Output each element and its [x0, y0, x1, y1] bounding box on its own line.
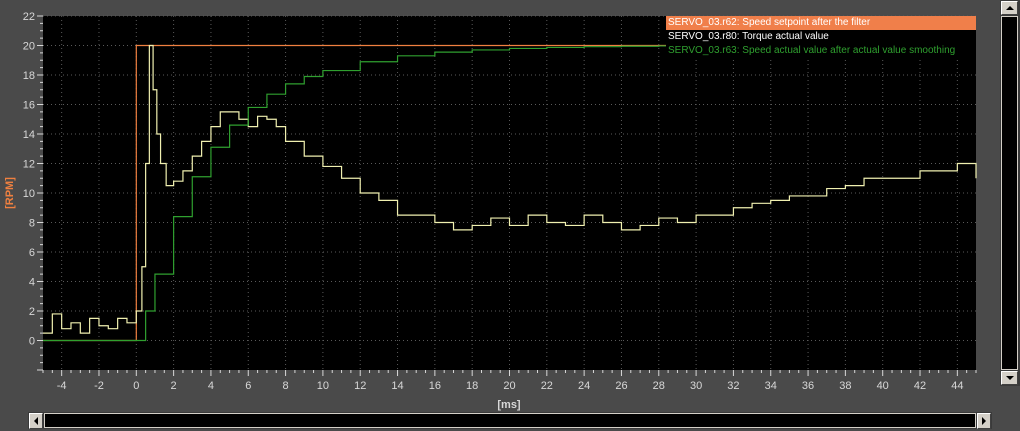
y-tick-label: 6 [29, 247, 35, 259]
scroll-down-button[interactable] [1001, 371, 1018, 385]
x-tick-label: 42 [914, 380, 926, 392]
y-tick-label: 8 [29, 218, 35, 230]
legend-label: SERVO_03.r80: Torque actual value [668, 31, 829, 42]
x-tick-label: 38 [839, 380, 851, 392]
triangle-left-icon [34, 417, 38, 425]
legend-item-setpoint[interactable]: SERVO_03.r62: Speed setpoint after the f… [666, 16, 976, 30]
legend-label: SERVO_03.r63: Speed actual value after a… [668, 45, 956, 56]
scroll-right-button[interactable] [977, 413, 991, 429]
x-tick-label: 6 [245, 380, 251, 392]
scroll-up-button[interactable] [1001, 1, 1018, 15]
x-tick-label: 28 [653, 380, 665, 392]
x-tick-label: 24 [578, 380, 590, 392]
vertical-scroll-thumb[interactable] [1001, 16, 1018, 370]
horizontal-scrollbar[interactable] [28, 412, 992, 429]
x-tick-label: 2 [171, 380, 177, 392]
x-tick-label: 18 [466, 380, 478, 392]
y-tick-label: 10 [23, 188, 35, 200]
x-tick-label: 0 [133, 380, 139, 392]
x-tick-label: 30 [690, 380, 702, 392]
x-tick-label: 16 [429, 380, 441, 392]
y-tick-label: 20 [23, 41, 35, 53]
vertical-scrollbar[interactable] [1000, 0, 1020, 386]
x-tick-label: 12 [354, 380, 366, 392]
legend-item-speed[interactable]: SERVO_03.r63: Speed actual value after a… [666, 44, 976, 58]
y-tick-label: 16 [23, 100, 35, 112]
y-axis-label: [RPM] [4, 177, 16, 209]
triangle-up-icon [1005, 6, 1014, 10]
chart: 0246810121416182022-4 -2 0 2 4 6 8 10 12 14 16 18 20… [4, 11, 977, 411]
x-tick-label: 14 [391, 380, 403, 392]
triangle-down-icon [1005, 376, 1014, 380]
x-tick-label: 22 [541, 380, 553, 392]
scroll-left-button[interactable] [29, 413, 43, 429]
x-tick-label: 4 [208, 380, 214, 392]
horizontal-scroll-thumb[interactable] [44, 413, 976, 428]
legend-item-torque[interactable]: SERVO_03.r80: Torque actual value [666, 30, 976, 44]
legend: SERVO_03.r62: Speed setpoint after the f… [666, 16, 976, 58]
x-tick-label: 34 [765, 380, 777, 392]
x-axis-label: [ms] [497, 399, 521, 411]
x-tick-label: 26 [615, 380, 627, 392]
y-tick-label: 12 [23, 159, 35, 171]
y-tick-label: 14 [23, 129, 35, 141]
x-tick-label: 44 [951, 380, 963, 392]
x-tick-label: 10 [317, 380, 329, 392]
triangle-right-icon [982, 417, 986, 425]
y-tick-label: 18 [23, 70, 35, 82]
x-tick-label: 32 [727, 380, 739, 392]
y-tick-label: 22 [23, 11, 35, 23]
x-tick-label: 40 [877, 380, 889, 392]
y-tick-label: 4 [29, 277, 35, 289]
legend-label: SERVO_03.r62: Speed setpoint after the f… [668, 17, 871, 28]
y-tick-label: 2 [29, 306, 35, 318]
x-tick-label: 8 [283, 380, 289, 392]
x-tick-label: 36 [802, 380, 814, 392]
y-tick-label: 0 [29, 336, 35, 348]
x-tick-label: -4 [57, 380, 67, 392]
x-tick-label: 20 [503, 380, 515, 392]
x-tick-label: -2 [94, 380, 104, 392]
